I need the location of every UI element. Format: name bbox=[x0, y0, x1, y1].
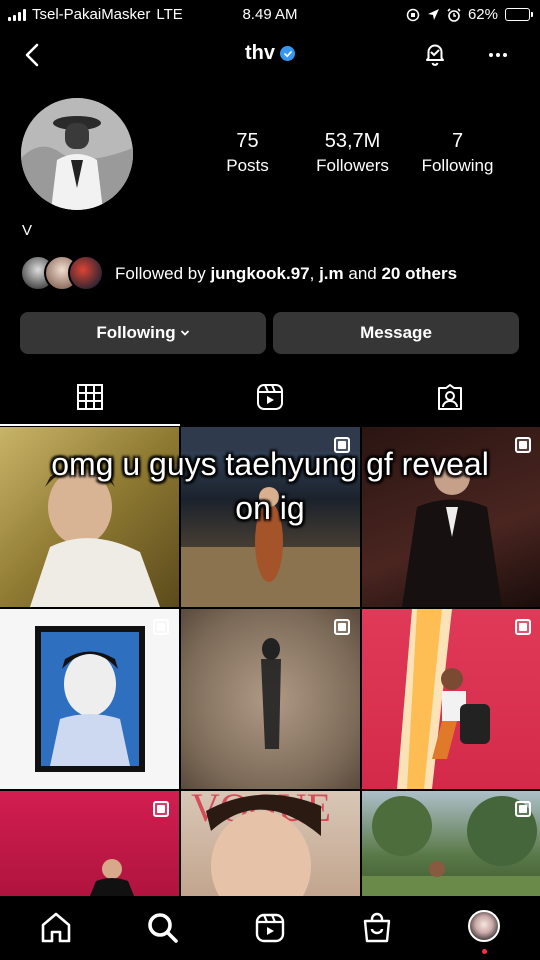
stat-value: 7 bbox=[451, 130, 464, 152]
post-thumbnail[interactable] bbox=[0, 609, 179, 789]
profile-header: thv bbox=[0, 30, 540, 80]
notification-bell-icon[interactable] bbox=[420, 39, 450, 69]
multi-post-icon bbox=[153, 619, 169, 635]
mutual-username: j.m bbox=[319, 264, 344, 283]
header-username-group: thv bbox=[0, 42, 540, 65]
shop-icon[interactable] bbox=[360, 911, 394, 945]
multi-post-icon bbox=[515, 801, 531, 817]
stat-value: 53,7M bbox=[324, 130, 381, 152]
post-thumbnail[interactable] bbox=[181, 609, 360, 789]
search-icon[interactable] bbox=[146, 911, 180, 945]
status-right: 62% bbox=[406, 6, 533, 23]
mutual-avatar bbox=[68, 255, 104, 291]
video-caption-overlay: omg u guys taehyung gf reveal on ig bbox=[51, 446, 489, 526]
following-button-label: Following bbox=[96, 323, 176, 342]
following-button[interactable]: Following bbox=[20, 312, 266, 354]
stat-following[interactable]: 7 Following bbox=[405, 130, 510, 176]
followed-by-text: Followed by jungkook.97, j.m and 20 othe… bbox=[115, 264, 457, 284]
screen-lock-icon bbox=[406, 8, 420, 21]
message-button-label: Message bbox=[360, 323, 432, 342]
post-thumbnail[interactable] bbox=[0, 791, 179, 896]
tagged-icon[interactable] bbox=[435, 382, 465, 412]
stat-posts[interactable]: 75 Posts bbox=[195, 130, 300, 176]
multi-post-icon bbox=[515, 619, 531, 635]
header-username: thv bbox=[245, 42, 275, 64]
stat-value: 75 bbox=[236, 130, 259, 152]
grid-icon[interactable] bbox=[75, 382, 105, 412]
reels-icon[interactable] bbox=[253, 911, 287, 945]
reels-icon[interactable] bbox=[255, 382, 285, 412]
mutual-others-count: 20 others bbox=[381, 264, 458, 283]
location-icon bbox=[427, 9, 439, 20]
mutual-avatars bbox=[20, 255, 108, 293]
profile-avatar[interactable] bbox=[21, 98, 133, 210]
battery-percent: 62% bbox=[467, 6, 498, 23]
stat-label: Followers bbox=[316, 156, 389, 175]
post-thumbnail[interactable] bbox=[362, 609, 540, 789]
stat-followers[interactable]: 53,7M Followers bbox=[300, 130, 405, 176]
stat-label: Posts bbox=[226, 156, 269, 175]
verified-badge-icon bbox=[280, 46, 295, 61]
multi-post-icon bbox=[334, 619, 350, 635]
status-bar: Tsel-PakaiMasker LTE 8.49 AM 62% bbox=[0, 0, 540, 30]
mutual-username: jungkook.97 bbox=[210, 264, 310, 283]
followed-by-separator: , bbox=[309, 264, 320, 283]
followed-by-row[interactable]: Followed by jungkook.97, j.m and 20 othe… bbox=[20, 255, 457, 293]
avatar-photo bbox=[21, 98, 133, 210]
chevron-down-icon bbox=[180, 330, 189, 336]
message-button[interactable]: Message bbox=[273, 312, 519, 354]
followed-by-and: and bbox=[343, 264, 382, 283]
profile-tabs bbox=[0, 374, 540, 426]
more-options-icon[interactable] bbox=[483, 40, 513, 70]
followed-by-prefix: Followed by bbox=[115, 264, 211, 283]
profile-stats: 75 Posts 53,7M Followers 7 Following bbox=[195, 130, 515, 176]
notification-dot bbox=[482, 949, 487, 954]
profile-display-name: V bbox=[22, 222, 33, 239]
multi-post-icon bbox=[153, 801, 169, 817]
bottom-navigation bbox=[0, 896, 540, 960]
post-thumbnail[interactable]: VOGUE bbox=[181, 791, 360, 896]
alarm-icon bbox=[447, 7, 461, 22]
profile-nav-avatar[interactable] bbox=[468, 910, 500, 942]
battery-icon bbox=[505, 8, 533, 21]
active-tab-indicator bbox=[0, 424, 180, 426]
post-thumbnail[interactable] bbox=[362, 791, 540, 896]
home-icon[interactable] bbox=[39, 911, 73, 945]
stat-label: Following bbox=[421, 156, 494, 175]
